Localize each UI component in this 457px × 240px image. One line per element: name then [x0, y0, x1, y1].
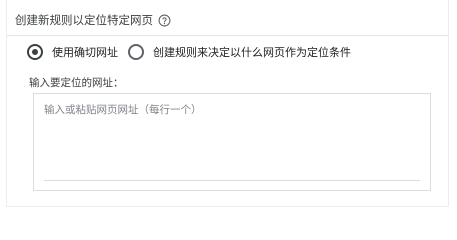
help-circle-icon[interactable]: [158, 14, 171, 27]
url-field-label: 输入要定位的网址：: [29, 77, 124, 89]
url-textarea[interactable]: [34, 94, 430, 180]
target-rule-panel: 创建新规则以定位特定网页 使用确切网址 创建规则来决定以什么网页作为定位条件 输…: [6, 0, 449, 207]
radio-option-create-rule[interactable]: 创建规则来决定以什么网页作为定位条件: [128, 44, 351, 60]
radio-option-exact-url[interactable]: 使用确切网址: [27, 44, 118, 60]
radio-button-selected[interactable]: [27, 44, 43, 60]
radio-label-create-rule: 创建规则来决定以什么网页作为定位条件: [153, 46, 351, 59]
match-type-radio-group: 使用确切网址 创建规则来决定以什么网页作为定位条件: [27, 44, 351, 60]
radio-button-unselected[interactable]: [128, 44, 144, 60]
url-textarea-container: [33, 93, 431, 191]
textarea-underline: [44, 180, 420, 181]
panel-header: 创建新规则以定位特定网页: [15, 12, 440, 28]
panel-title: 创建新规则以定位特定网页: [15, 13, 153, 27]
radio-label-exact-url: 使用确切网址: [52, 46, 118, 59]
header-divider: [7, 35, 448, 36]
